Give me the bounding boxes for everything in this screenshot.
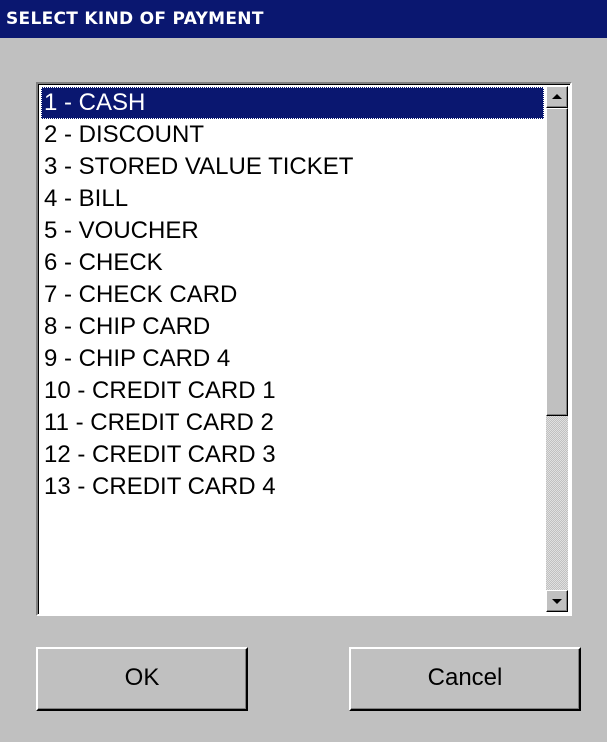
list-item[interactable]: 13 - CREDIT CARD 4	[41, 471, 544, 503]
list-item[interactable]: 3 - STORED VALUE TICKET	[41, 151, 544, 183]
list-item[interactable]: 9 - CHIP CARD 4	[41, 343, 544, 375]
dialog-title: SELECT KIND OF PAYMENT	[0, 0, 607, 38]
list-item[interactable]: 10 - CREDIT CARD 1	[41, 375, 544, 407]
list-item[interactable]: 1 - CASH	[41, 87, 544, 119]
list-item[interactable]: 5 - VOUCHER	[41, 215, 544, 247]
scroll-up-button[interactable]	[546, 86, 568, 108]
list-item[interactable]: 11 - CREDIT CARD 2	[41, 407, 544, 439]
list-item[interactable]: 2 - DISCOUNT	[41, 119, 544, 151]
list-item[interactable]: 7 - CHECK CARD	[41, 279, 544, 311]
list-item[interactable]: 8 - CHIP CARD	[41, 311, 544, 343]
scroll-down-button[interactable]	[546, 590, 568, 612]
scrollbar-thumb[interactable]	[546, 108, 568, 416]
list-item[interactable]: 6 - CHECK	[41, 247, 544, 279]
list-item[interactable]: 12 - CREDIT CARD 3	[41, 439, 544, 471]
payment-listbox[interactable]: 1 - CASH 2 - DISCOUNT 3 - STORED VALUE T…	[36, 82, 572, 616]
payment-list: 1 - CASH 2 - DISCOUNT 3 - STORED VALUE T…	[41, 87, 544, 503]
payment-dialog: SELECT KIND OF PAYMENT 1 - CASH 2 - DISC…	[0, 0, 607, 742]
list-scrollbar[interactable]	[546, 86, 568, 612]
list-item[interactable]: 4 - BILL	[41, 183, 544, 215]
cancel-button[interactable]: Cancel	[349, 647, 581, 711]
arrow-down-icon	[552, 599, 562, 604]
ok-button[interactable]: OK	[36, 647, 248, 711]
arrow-up-icon	[552, 94, 562, 99]
